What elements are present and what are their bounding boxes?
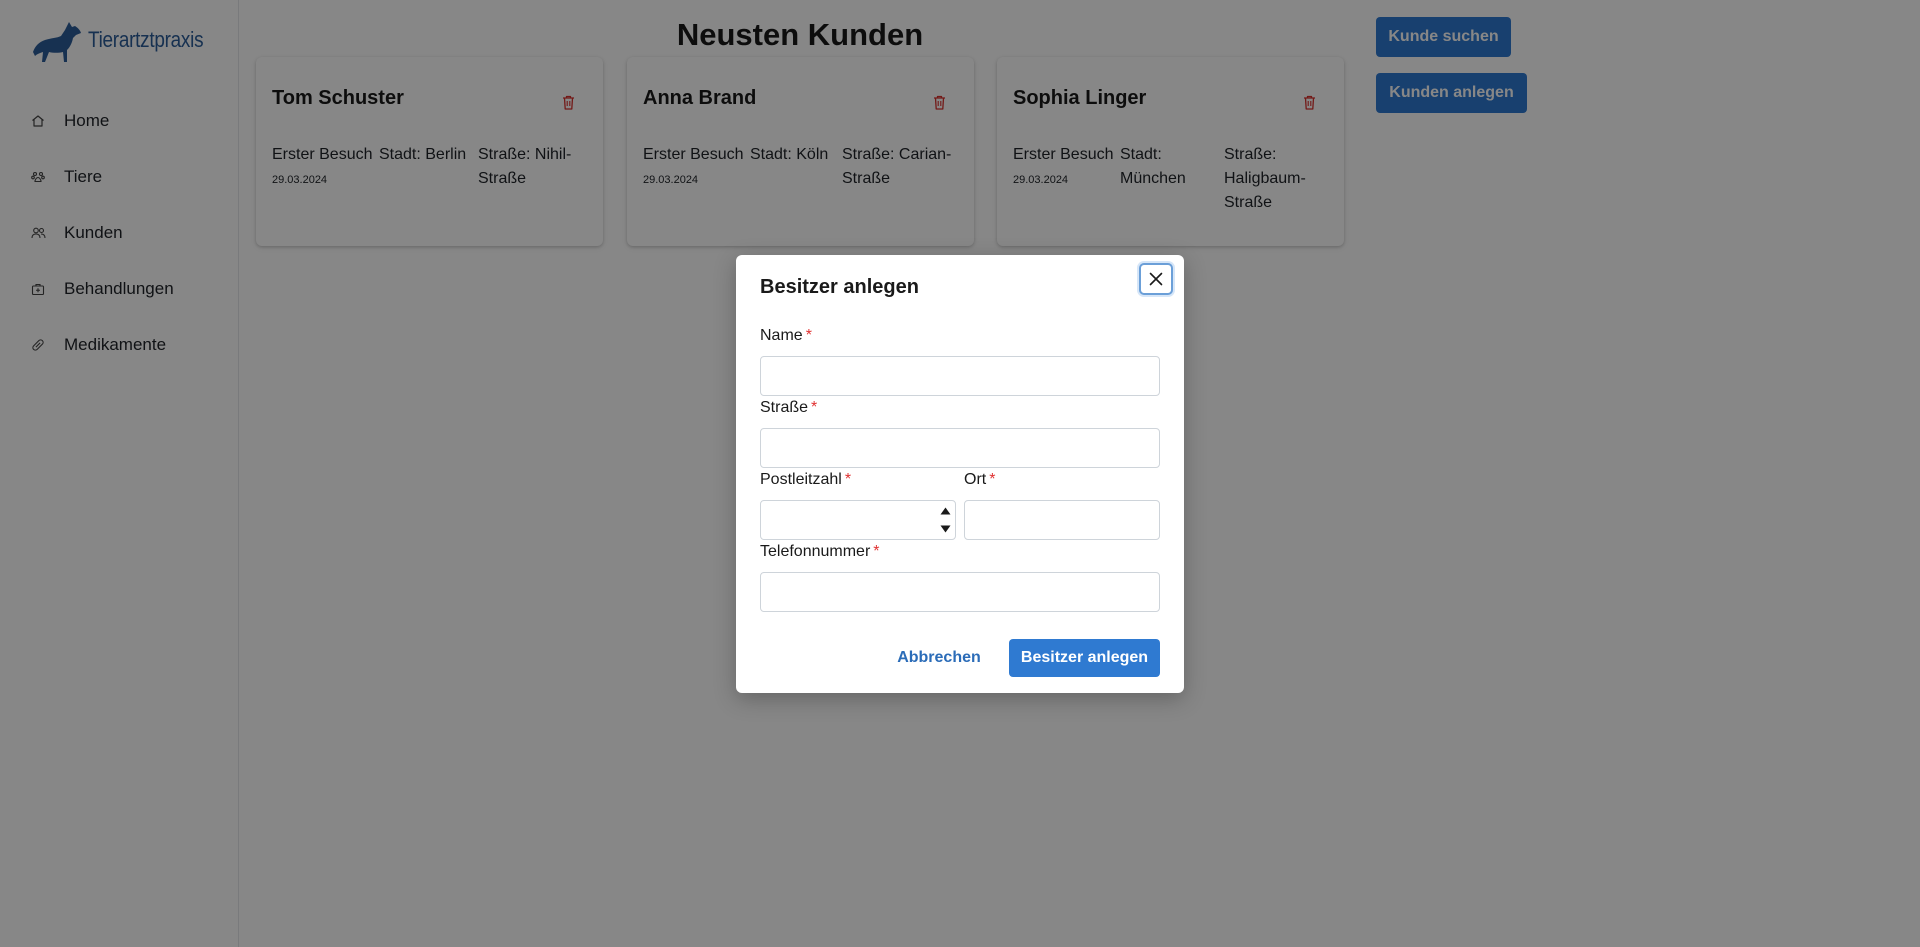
city-input[interactable]: [964, 500, 1160, 540]
name-label: Name *: [760, 327, 812, 345]
phone-input[interactable]: [760, 572, 1160, 612]
required-marker: *: [811, 399, 818, 416]
street-input[interactable]: [760, 428, 1160, 468]
close-icon: [1149, 272, 1163, 286]
zip-stepper[interactable]: [935, 501, 955, 539]
dialog-title: Besitzer anlegen: [760, 276, 919, 298]
zip-label: Postleitzahl *: [760, 471, 851, 489]
decrement-icon[interactable]: [940, 520, 951, 538]
phone-label-text: Telefonnummer: [760, 543, 871, 560]
phone-label: Telefonnummer *: [760, 543, 880, 561]
close-button[interactable]: [1139, 263, 1173, 295]
create-owner-dialog: Besitzer anlegen Name * Straße * Postleitz…: [736, 255, 1184, 693]
submit-button[interactable]: Besitzer anlegen: [1009, 639, 1160, 677]
increment-icon[interactable]: [940, 502, 951, 520]
city-label: Ort *: [964, 471, 995, 489]
zip-input[interactable]: [760, 500, 956, 540]
city-label-text: Ort: [964, 471, 987, 488]
name-label-text: Name: [760, 327, 803, 344]
street-label: Straße *: [760, 399, 817, 417]
zip-field: [760, 500, 956, 540]
required-marker: *: [844, 471, 852, 488]
cancel-button[interactable]: Abbrechen: [889, 639, 989, 677]
required-marker: *: [989, 471, 996, 488]
street-label-text: Straße: [760, 399, 809, 416]
zip-label-text: Postleitzahl: [760, 471, 842, 488]
required-marker: *: [873, 543, 880, 560]
name-input[interactable]: [760, 356, 1160, 396]
required-marker: *: [805, 327, 812, 344]
